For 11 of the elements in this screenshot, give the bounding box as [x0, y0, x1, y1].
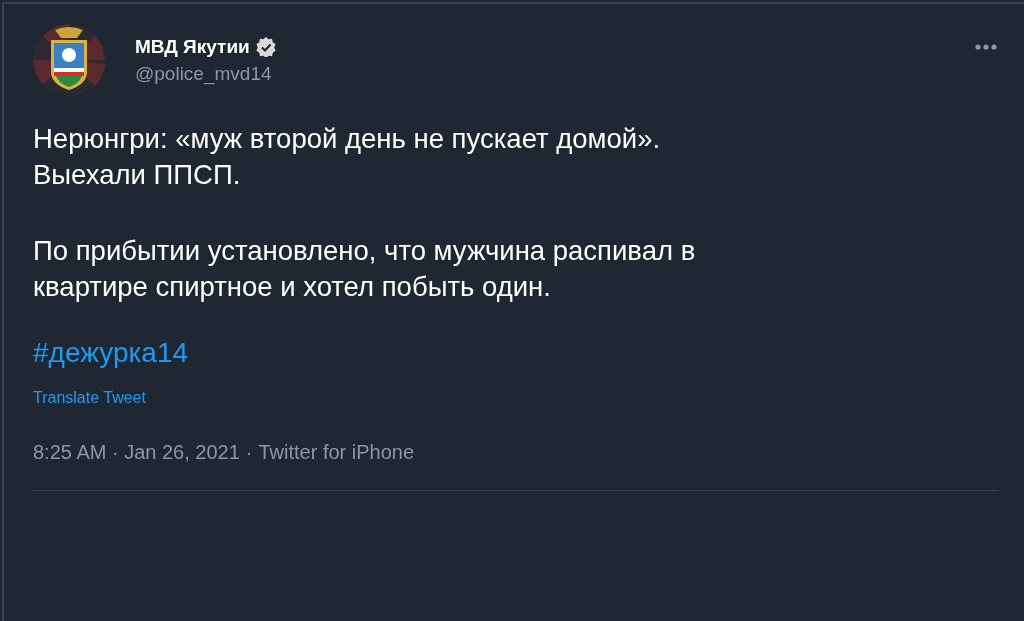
author-handle[interactable]: @police_mvd14 — [135, 62, 944, 85]
source-link[interactable]: Twitter for iPhone — [258, 441, 415, 464]
tweet-paragraph: Нерюнгри: «муж второй день не пускает домой». Выехали ППСП. — [33, 122, 662, 192]
timestamp: 8:25 AM · Jan 26, 2021 — [33, 441, 240, 464]
separator-dot: · — [245, 441, 253, 464]
author-name[interactable]: МВД Якутии — [135, 35, 250, 58]
more-icon[interactable] — [974, 42, 998, 52]
hashtag-link[interactable]: #дежурка14 — [33, 337, 189, 369]
translate-link[interactable]: Translate Tweet — [33, 389, 146, 407]
avatar[interactable] — [33, 24, 105, 96]
tweet-paragraph: По прибытии установлено, что мужчина распивал в квартире спиртное и хотел побыть один. — [33, 234, 697, 304]
